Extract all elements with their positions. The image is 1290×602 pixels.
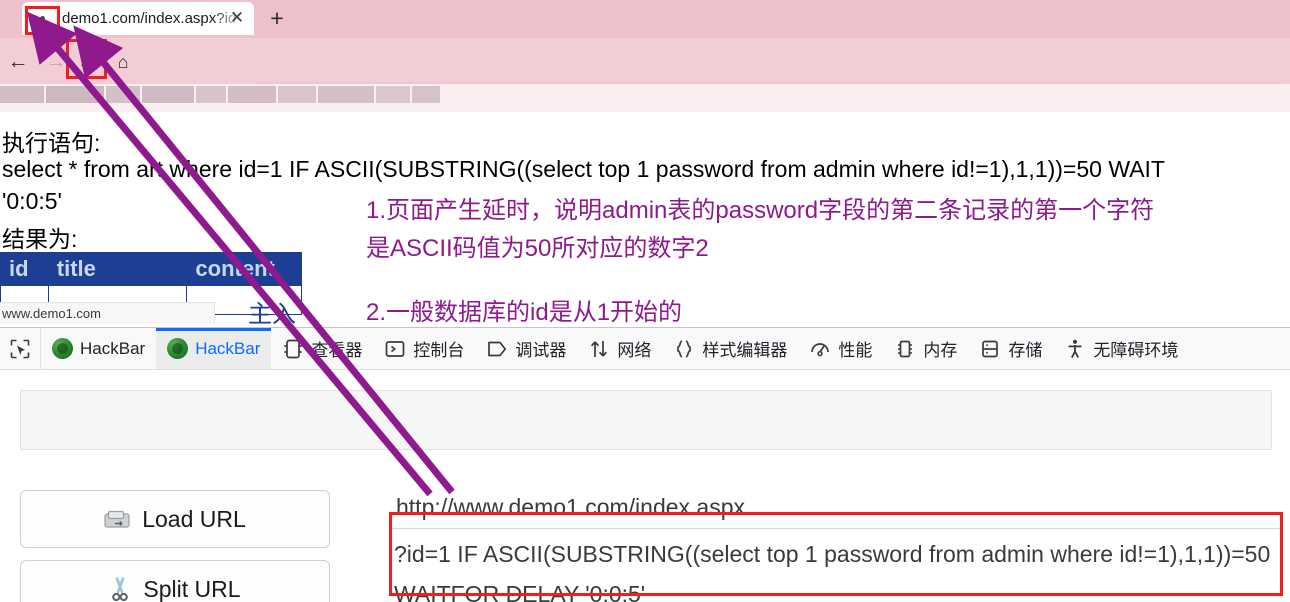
result-label: 结果为: bbox=[2, 226, 78, 252]
sql-statement-line1: select * from art where id=1 IF ASCII(SU… bbox=[2, 156, 1165, 182]
split-url-button[interactable]: Split URL bbox=[20, 560, 330, 602]
column-header-content: content bbox=[186, 252, 302, 286]
column-header-id: id bbox=[0, 252, 49, 286]
blurred-bookmark bbox=[228, 86, 276, 103]
blurred-bookmark bbox=[376, 86, 410, 103]
annotation-note2: 2.一般数据库的id是从1开始的 bbox=[366, 299, 683, 326]
devtools-tab-label: 性能 bbox=[838, 341, 873, 360]
devtools-tab-style-editor[interactable]: 样式编辑器 bbox=[662, 328, 798, 369]
devtools-tab-memory[interactable]: 内存 bbox=[883, 328, 968, 369]
devtools-tab-hackbar-1[interactable]: HackBar bbox=[41, 328, 156, 369]
devtools-panel: HackBar HackBar 查看器 控制台 调试器 网络 样式编辑器 性能 … bbox=[0, 327, 1290, 602]
devtools-tab-bar: HackBar HackBar 查看器 控制台 调试器 网络 样式编辑器 性能 … bbox=[0, 328, 1290, 370]
debugger-icon bbox=[486, 338, 508, 360]
blurred-bookmark bbox=[196, 86, 226, 103]
blurred-bookmark bbox=[106, 86, 140, 103]
sql-statement-line2: '0:0:5' bbox=[2, 188, 62, 214]
loading-spinner-icon bbox=[32, 9, 52, 29]
blurred-bookmark bbox=[142, 86, 194, 103]
devtools-tab-label: 查看器 bbox=[311, 341, 363, 360]
navigation-toolbar: ← → ✕ ⌂ www.demo1.com/index.aspx?id=1 IF… bbox=[0, 38, 1290, 115]
devtools-tab-label: 网络 bbox=[617, 341, 652, 360]
blurred-bookmark bbox=[46, 86, 104, 103]
devtools-tab-performance[interactable]: 性能 bbox=[798, 328, 883, 369]
console-icon bbox=[384, 338, 406, 360]
disk-drive-icon bbox=[104, 509, 130, 529]
devtools-tab-label: HackBar bbox=[195, 338, 261, 358]
url-textarea[interactable]: http://www.demo1.com/index.aspx ?id=1 IF… bbox=[390, 490, 1280, 602]
status-bar: www.demo1.com bbox=[0, 302, 215, 324]
back-button[interactable]: ← bbox=[6, 50, 30, 74]
style-editor-icon bbox=[673, 338, 695, 360]
devtools-tab-label: 存储 bbox=[1008, 341, 1043, 360]
devtools-tab-debugger[interactable]: 调试器 bbox=[475, 328, 577, 369]
annotation-note1-line1: 1.页面产生延时，说明admin表的password字段的第二条记录的第一个字符 bbox=[366, 197, 1155, 224]
devtools-tab-network[interactable]: 网络 bbox=[577, 328, 662, 369]
scissors-icon bbox=[109, 576, 131, 602]
load-url-label: Load URL bbox=[142, 505, 246, 532]
browser-tab[interactable]: demo1.com/index.aspx?id=1 ✕ bbox=[22, 2, 254, 35]
storage-icon bbox=[979, 338, 1001, 360]
devtools-tab-label: 无障碍环境 bbox=[1093, 341, 1179, 360]
tab-close-icon[interactable]: ✕ bbox=[228, 9, 246, 27]
devtools-tab-label: 控制台 bbox=[413, 341, 465, 360]
table-header-row: id title content bbox=[0, 252, 302, 286]
load-url-button[interactable]: Load URL bbox=[20, 490, 330, 548]
blurred-bookmark bbox=[0, 86, 44, 103]
devtools-tab-label: HackBar bbox=[80, 338, 146, 358]
hackbar-icon bbox=[167, 338, 189, 359]
hackbar-panel: Load URL Split URL http://www.demo1.com/… bbox=[0, 370, 1290, 602]
inspector-icon bbox=[282, 338, 304, 360]
devtools-tab-console[interactable]: 控制台 bbox=[373, 328, 475, 369]
element-picker-icon[interactable] bbox=[0, 328, 41, 369]
devtools-tab-accessibility[interactable]: 无障碍环境 bbox=[1053, 328, 1189, 369]
devtools-tab-inspector[interactable]: 查看器 bbox=[271, 328, 373, 369]
blurred-bookmark bbox=[278, 86, 316, 103]
performance-icon bbox=[809, 338, 831, 360]
devtools-tab-label: 调试器 bbox=[515, 341, 567, 360]
hackbar-icon bbox=[52, 338, 73, 359]
devtools-tab-storage[interactable]: 存储 bbox=[968, 328, 1053, 369]
accessibility-icon bbox=[1064, 338, 1086, 360]
memory-icon bbox=[894, 338, 916, 360]
url-payload-text: ?id=1 IF ASCII(SUBSTRING((select top 1 p… bbox=[394, 541, 1271, 602]
devtools-tab-hackbar-2[interactable]: HackBar bbox=[156, 328, 272, 369]
home-button[interactable]: ⌂ bbox=[111, 50, 135, 74]
devtools-tab-label: 内存 bbox=[923, 341, 958, 360]
bookmarks-toolbar bbox=[0, 84, 1290, 112]
url-divider bbox=[390, 528, 1280, 529]
devtools-tab-label: 样式编辑器 bbox=[702, 341, 788, 360]
hackbar-toolbar-area bbox=[20, 390, 1272, 450]
blurred-bookmark bbox=[412, 86, 440, 103]
browser-window: demo1.com/index.aspx?id=1 ✕ + ← → ✕ ⌂ ww… bbox=[0, 0, 1290, 602]
forward-button: → bbox=[45, 50, 67, 73]
exec-statement-label: 执行语句: bbox=[2, 130, 101, 156]
tab-strip: demo1.com/index.aspx?id=1 ✕ + bbox=[0, 0, 1290, 38]
new-tab-button[interactable]: + bbox=[266, 7, 288, 30]
url-base-text: http://www.demo1.com/index.aspx bbox=[396, 494, 745, 520]
annotation-note1-line2: 是ASCII码值为50所对应的数字2 bbox=[366, 235, 709, 262]
column-header-title: title bbox=[47, 252, 188, 286]
stop-button[interactable]: ✕ bbox=[75, 50, 99, 74]
blurred-bookmark bbox=[318, 86, 374, 103]
split-url-label: Split URL bbox=[143, 575, 241, 602]
partial-page-text: 主入 bbox=[248, 301, 296, 327]
tab-title: demo1.com/index.aspx?id=1 bbox=[62, 10, 248, 27]
network-icon bbox=[588, 338, 610, 360]
